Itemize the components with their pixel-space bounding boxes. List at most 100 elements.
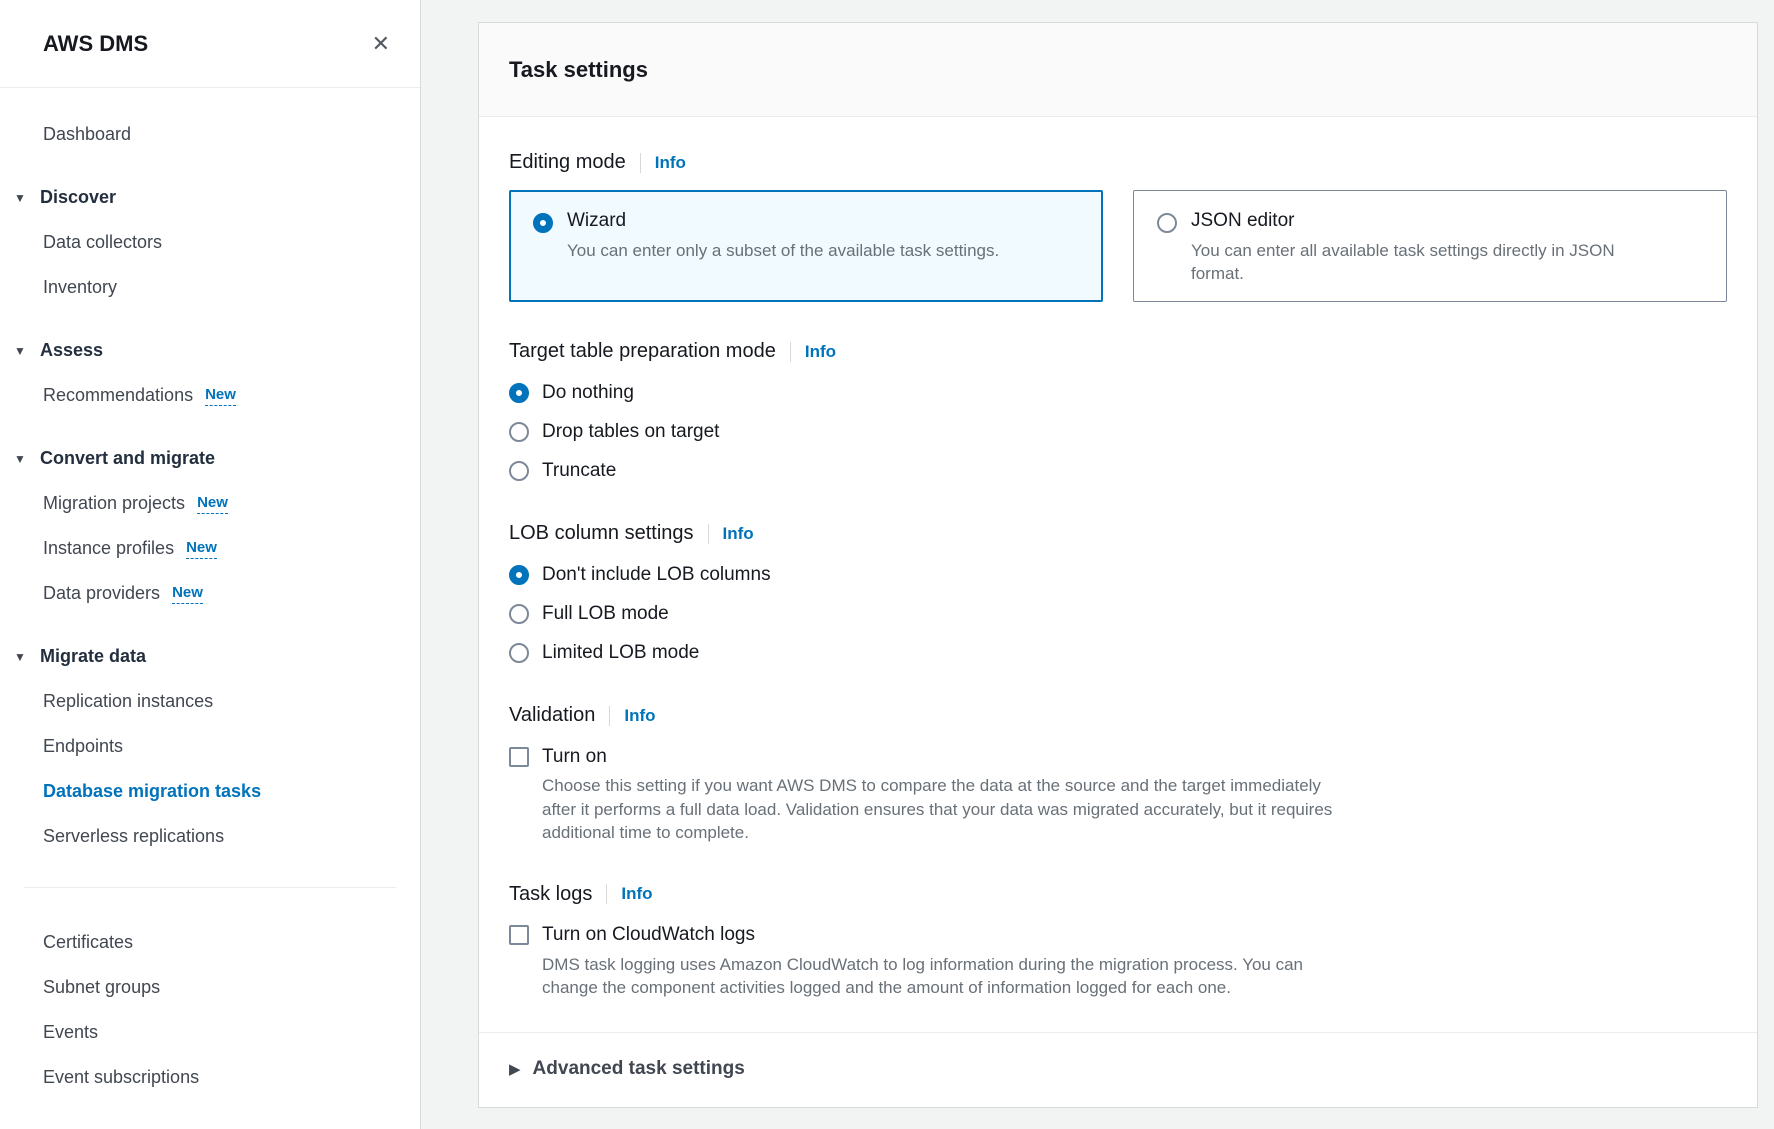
- validation-turn-on-row[interactable]: Turn on: [509, 743, 1727, 770]
- sidebar-header: AWS DMS ✕: [0, 0, 420, 88]
- lob-info-link[interactable]: Info: [723, 524, 754, 544]
- option-do-nothing[interactable]: Do nothing: [509, 379, 1727, 406]
- sidebar-item-event-subscriptions[interactable]: Event subscriptions: [0, 1055, 420, 1100]
- target-prep-label-row: Target table preparation mode Info: [509, 338, 1727, 365]
- sidebar-item-label: Inventory: [43, 277, 117, 298]
- option-truncate[interactable]: Truncate: [509, 457, 1727, 484]
- card-header: Task settings: [479, 23, 1757, 117]
- option-label: Truncate: [542, 460, 616, 482]
- sidebar-item-label: Events: [43, 1022, 98, 1043]
- new-badge[interactable]: New: [186, 539, 217, 559]
- sidebar-item-label: Dashboard: [43, 124, 131, 145]
- validation-info-link[interactable]: Info: [624, 706, 655, 726]
- validation-label: Validation: [509, 704, 595, 727]
- target-prep-label: Target table preparation mode: [509, 340, 776, 363]
- radio-do-nothing-selected[interactable]: [509, 383, 529, 403]
- tile-json-editor-text: JSON editor You can enter all available …: [1191, 210, 1615, 282]
- sidebar-section-convert-and-migrate[interactable]: ▼ Convert and migrate: [0, 436, 420, 481]
- page-title: Task settings: [509, 57, 648, 83]
- sidebar-item-label: Serverless replications: [43, 826, 224, 847]
- radio-full-lob-mode[interactable]: [509, 604, 529, 624]
- sidebar-section-label: Discover: [40, 187, 116, 208]
- sidebar-item-label: Instance profiles: [43, 538, 174, 559]
- sidebar-item-replication-instances[interactable]: Replication instances: [0, 679, 420, 724]
- option-drop-tables-on-target[interactable]: Drop tables on target: [509, 418, 1727, 445]
- task-logs-info-link[interactable]: Info: [621, 884, 652, 904]
- sidebar-item-database-migration-tasks[interactable]: Database migration tasks: [0, 769, 420, 814]
- validation-description: Choose this setting if you want AWS DMS …: [542, 774, 1727, 845]
- sidebar: AWS DMS ✕ Dashboard ▼ Discover Data coll…: [0, 0, 421, 1129]
- sidebar-section-discover[interactable]: ▼ Discover: [0, 175, 420, 220]
- radio-truncate[interactable]: [509, 461, 529, 481]
- radio-dont-include-lob-selected[interactable]: [509, 565, 529, 585]
- main-content: Task settings Editing mode Info Wizard Y…: [478, 22, 1758, 1108]
- new-badge[interactable]: New: [197, 494, 228, 514]
- option-label: Limited LOB mode: [542, 642, 699, 664]
- task-logs-turn-on-row[interactable]: Turn on CloudWatch logs: [509, 922, 1727, 949]
- tile-wizard[interactable]: Wizard You can enter only a subset of th…: [509, 190, 1103, 302]
- editing-mode-tiles: Wizard You can enter only a subset of th…: [509, 190, 1727, 302]
- option-label: Full LOB mode: [542, 603, 669, 625]
- sidebar-item-label: Replication instances: [43, 691, 213, 712]
- sidebar-nav: Dashboard ▼ Discover Data collectors Inv…: [0, 88, 420, 1100]
- sidebar-item-label: Data collectors: [43, 232, 162, 253]
- radio-json-editor[interactable]: [1157, 213, 1177, 233]
- label-separator: [790, 342, 791, 362]
- sidebar-item-label: Subnet groups: [43, 977, 160, 998]
- tile-json-editor-description: You can enter all available task setting…: [1191, 239, 1615, 285]
- tile-wizard-text: Wizard You can enter only a subset of th…: [567, 210, 999, 282]
- tile-wizard-description: You can enter only a subset of the avail…: [567, 239, 999, 262]
- checkbox-label: Turn on: [542, 746, 607, 768]
- sidebar-item-label: Database migration tasks: [43, 781, 261, 802]
- cloudwatch-logs-checkbox[interactable]: [509, 925, 529, 945]
- sidebar-item-dashboard[interactable]: Dashboard: [0, 112, 420, 157]
- sidebar-item-instance-profiles[interactable]: Instance profiles New: [0, 526, 420, 571]
- tile-wizard-label: Wizard: [567, 210, 999, 232]
- option-label: Do nothing: [542, 382, 634, 404]
- radio-drop-tables[interactable]: [509, 422, 529, 442]
- caret-down-icon: ▼: [14, 191, 40, 205]
- close-icon[interactable]: ✕: [372, 33, 390, 55]
- sidebar-item-serverless-replications[interactable]: Serverless replications: [0, 814, 420, 859]
- radio-limited-lob-mode[interactable]: [509, 643, 529, 663]
- radio-wizard-selected[interactable]: [533, 213, 553, 233]
- task-logs-label-row: Task logs Info: [509, 881, 1727, 908]
- sidebar-item-events[interactable]: Events: [0, 1010, 420, 1055]
- sidebar-item-label: Endpoints: [43, 736, 123, 757]
- lob-label-row: LOB column settings Info: [509, 520, 1727, 547]
- sidebar-item-recommendations[interactable]: Recommendations New: [0, 373, 420, 418]
- sidebar-item-data-providers[interactable]: Data providers New: [0, 571, 420, 616]
- target-prep-info-link[interactable]: Info: [805, 342, 836, 362]
- option-full-lob-mode[interactable]: Full LOB mode: [509, 600, 1727, 627]
- validation-checkbox[interactable]: [509, 747, 529, 767]
- sidebar-item-endpoints[interactable]: Endpoints: [0, 724, 420, 769]
- caret-down-icon: ▼: [14, 344, 40, 358]
- option-label: Drop tables on target: [542, 421, 719, 443]
- sidebar-item-label: Recommendations: [43, 385, 193, 406]
- sidebar-item-certificates[interactable]: Certificates: [0, 920, 420, 965]
- sidebar-item-subnet-groups[interactable]: Subnet groups: [0, 965, 420, 1010]
- sidebar-item-migration-projects[interactable]: Migration projects New: [0, 481, 420, 526]
- sidebar-section-migrate-data[interactable]: ▼ Migrate data: [0, 634, 420, 679]
- tile-json-editor[interactable]: JSON editor You can enter all available …: [1133, 190, 1727, 302]
- sidebar-section-label: Migrate data: [40, 646, 146, 667]
- sidebar-item-inventory[interactable]: Inventory: [0, 265, 420, 310]
- option-dont-include-lob[interactable]: Don't include LOB columns: [509, 561, 1727, 588]
- sidebar-section-assess[interactable]: ▼ Assess: [0, 328, 420, 373]
- tile-json-editor-label: JSON editor: [1191, 210, 1615, 232]
- card-body: Editing mode Info Wizard You can enter o…: [479, 117, 1757, 1107]
- label-separator: [609, 706, 610, 726]
- new-badge[interactable]: New: [205, 386, 236, 406]
- option-label: Don't include LOB columns: [542, 564, 771, 586]
- editing-mode-label-row: Editing mode Info: [509, 149, 1727, 176]
- sidebar-item-data-collectors[interactable]: Data collectors: [0, 220, 420, 265]
- new-badge[interactable]: New: [172, 584, 203, 604]
- advanced-task-settings-toggle[interactable]: ▶ Advanced task settings: [479, 1032, 1757, 1107]
- sidebar-item-label: Data providers: [43, 583, 160, 604]
- sidebar-item-label: Event subscriptions: [43, 1067, 199, 1088]
- sidebar-item-label: Migration projects: [43, 493, 185, 514]
- editing-mode-info-link[interactable]: Info: [655, 153, 686, 173]
- checkbox-label: Turn on CloudWatch logs: [542, 924, 755, 946]
- advanced-task-settings-label: Advanced task settings: [533, 1058, 745, 1080]
- option-limited-lob-mode[interactable]: Limited LOB mode: [509, 639, 1727, 666]
